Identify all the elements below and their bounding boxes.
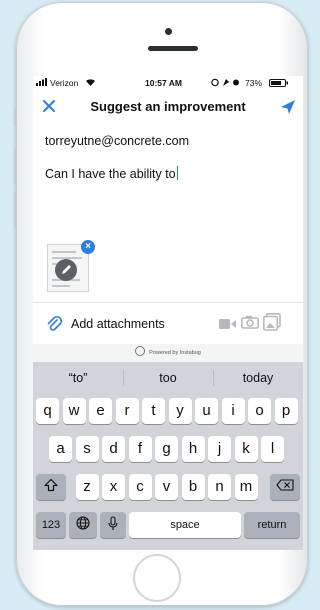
key-y[interactable]: y <box>168 398 192 424</box>
mute-switch <box>14 108 17 126</box>
key-r[interactable]: r <box>115 398 139 424</box>
battery-percent: 73% <box>245 78 263 88</box>
powered-by-footer: Powered by Instabug <box>33 344 303 362</box>
suggestion-1[interactable]: “to” <box>33 362 123 394</box>
key-f[interactable]: f <box>128 436 152 462</box>
globe-icon <box>76 516 90 530</box>
key-b[interactable]: b <box>181 474 205 500</box>
globe-key[interactable] <box>69 512 97 538</box>
backspace-icon <box>276 479 294 491</box>
keyboard: “to” too today q w e r t y u i o p a s d… <box>33 362 303 550</box>
key-u[interactable]: u <box>195 398 218 424</box>
signal-icon <box>36 78 48 88</box>
key-n[interactable]: n <box>208 474 231 500</box>
key-q[interactable]: q <box>36 398 59 424</box>
carrier-name: Verizon <box>50 78 79 88</box>
video-camera-icon[interactable] <box>219 317 237 335</box>
delete-key[interactable] <box>270 474 300 500</box>
suggestion-2[interactable]: too <box>123 362 213 394</box>
nav-bar: Suggest an improvement <box>33 90 303 124</box>
return-key[interactable]: return <box>244 512 300 538</box>
key-k[interactable]: k <box>234 436 258 462</box>
shift-key[interactable] <box>36 474 66 500</box>
status-bar: Verizon 10:57 AM 73% <box>33 76 303 90</box>
numbers-key[interactable]: 123 <box>36 512 66 538</box>
message-input[interactable]: Can I have the ability to <box>45 166 179 181</box>
paperclip-icon <box>46 315 63 338</box>
page-title: Suggest an improvement <box>90 99 246 114</box>
key-d[interactable]: d <box>102 436 125 462</box>
battery-icon <box>269 79 289 89</box>
key-z[interactable]: z <box>75 474 99 500</box>
text-cursor <box>176 166 179 180</box>
earpiece-speaker <box>148 46 198 51</box>
key-g[interactable]: g <box>155 436 178 462</box>
key-s[interactable]: s <box>75 436 99 462</box>
key-c[interactable]: c <box>128 474 152 500</box>
key-h[interactable]: h <box>181 436 205 462</box>
add-attachments-label: Add attachments <box>71 317 165 331</box>
clock: 10:57 AM <box>145 78 183 88</box>
instabug-bug-icon <box>135 346 146 356</box>
key-x[interactable]: x <box>102 474 125 500</box>
gallery-icon[interactable] <box>263 313 281 336</box>
message-text: Can I have the ability to <box>45 167 176 181</box>
front-camera-icon <box>165 28 172 35</box>
email-field[interactable]: torreyutne@concrete.com <box>45 134 189 148</box>
add-attachments-button[interactable]: Add attachments <box>33 302 303 345</box>
dictation-key[interactable] <box>100 512 126 538</box>
volume-down-button <box>14 192 17 228</box>
camera-icon[interactable] <box>241 315 259 334</box>
key-m[interactable]: m <box>234 474 258 500</box>
shift-arrow-icon <box>44 478 58 492</box>
key-a[interactable]: a <box>49 436 72 462</box>
key-p[interactable]: p <box>274 398 298 424</box>
key-o[interactable]: o <box>248 398 271 424</box>
wifi-icon <box>85 78 96 88</box>
key-t[interactable]: t <box>142 398 165 424</box>
volume-up-button <box>14 148 17 184</box>
edit-pencil-icon[interactable] <box>55 259 77 281</box>
send-icon[interactable] <box>279 98 297 116</box>
space-key[interactable]: space <box>129 512 241 538</box>
thumbnail-line <box>52 285 70 287</box>
status-icons <box>211 78 241 89</box>
key-j[interactable]: j <box>208 436 231 462</box>
suggestion-3[interactable]: today <box>213 362 303 394</box>
thumbnail-line <box>52 251 76 253</box>
key-l[interactable]: l <box>261 436 284 462</box>
key-v[interactable]: v <box>155 474 178 500</box>
microphone-icon <box>108 516 118 530</box>
screen: Verizon 10:57 AM 73% Suggest an improvem… <box>33 76 303 550</box>
powered-by-text: Powered by Instabug <box>149 350 201 356</box>
key-w[interactable]: w <box>62 398 86 424</box>
remove-attachment-icon[interactable]: × <box>81 240 95 254</box>
key-e[interactable]: e <box>89 398 112 424</box>
key-i[interactable]: i <box>221 398 245 424</box>
home-button[interactable] <box>133 554 181 602</box>
